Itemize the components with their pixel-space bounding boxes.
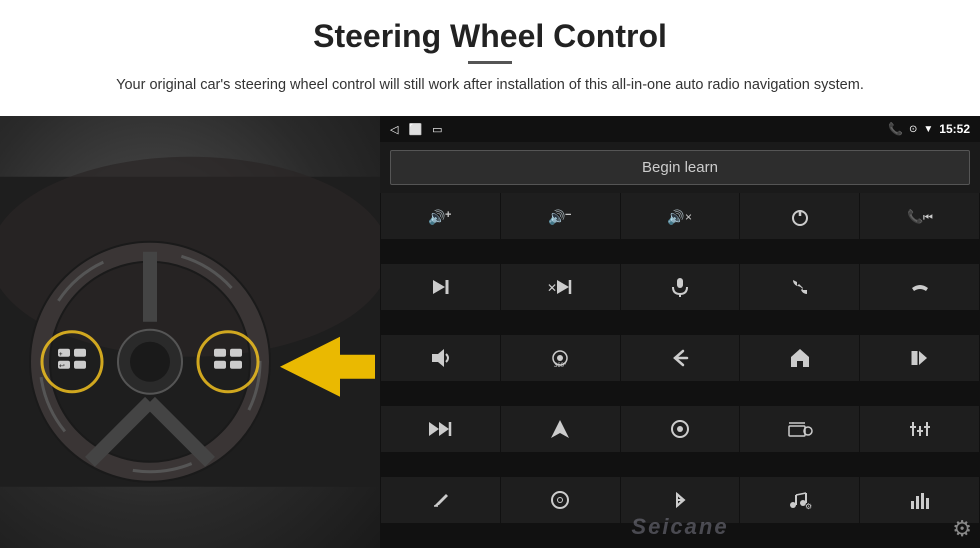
bluetooth-button[interactable] <box>621 477 740 523</box>
record-button[interactable] <box>381 477 500 523</box>
music-button[interactable]: ⚙ <box>740 477 859 523</box>
location-icon: ⊙ <box>909 124 917 135</box>
wifi-icon: ▼ <box>923 124 933 135</box>
svg-text:−: − <box>565 209 571 221</box>
skip-next-button[interactable]: ✕ <box>501 264 620 310</box>
source-button[interactable] <box>621 406 740 452</box>
controls-grid: 🔊+ 🔊− 🔊 × <box>380 193 980 548</box>
phone-status-icon: 📞 <box>888 122 903 136</box>
status-bar-right: 📞 ⊙ ▼ 15:52 <box>888 122 970 136</box>
home-button[interactable] <box>740 335 859 381</box>
svg-text:360°: 360° <box>554 363 567 369</box>
call-button[interactable] <box>740 264 859 310</box>
svg-text:✕: ✕ <box>547 281 557 295</box>
settings-button[interactable] <box>501 477 620 523</box>
begin-learn-button[interactable]: Begin learn <box>390 150 970 185</box>
page-title: Steering Wheel Control <box>40 18 940 55</box>
mute-button[interactable]: 🔊 × <box>621 193 740 239</box>
call-prev-button[interactable]: 📞 ⏮ <box>860 193 979 239</box>
next-track-button[interactable] <box>381 264 500 310</box>
title-divider <box>468 61 512 64</box>
nav-button[interactable] <box>501 406 620 452</box>
content-row: + ↩ ◁ ⬜ ▭ <box>0 116 980 548</box>
svg-text:⚙: ⚙ <box>805 502 812 511</box>
android-panel: ◁ ⬜ ▭ 📞 ⊙ ▼ 15:52 Begin learn � <box>380 116 980 548</box>
back-button[interactable] <box>621 335 740 381</box>
svg-text:⏮: ⏮ <box>923 212 933 224</box>
recents-icon: ▭ <box>432 123 442 136</box>
power-button[interactable] <box>740 193 859 239</box>
begin-learn-row: Begin learn <box>380 142 980 193</box>
svg-text:🔊: 🔊 <box>548 208 565 226</box>
svg-text:×: × <box>685 210 692 224</box>
hang-up-button[interactable] <box>860 264 979 310</box>
cam360-button[interactable]: 360° <box>501 335 620 381</box>
radio-button[interactable] <box>740 406 859 452</box>
vol-up-button[interactable]: 🔊+ <box>381 193 500 239</box>
page-wrapper: Steering Wheel Control Your original car… <box>0 0 980 548</box>
header-section: Steering Wheel Control Your original car… <box>0 0 980 106</box>
status-bar: ◁ ⬜ ▭ 📞 ⊙ ▼ 15:52 <box>380 116 980 142</box>
svg-text:🔊: 🔊 <box>667 208 684 226</box>
fast-forward-button[interactable] <box>381 406 500 452</box>
status-bar-left: ◁ ⬜ ▭ <box>390 123 443 136</box>
steering-wheel-svg: + ↩ <box>0 116 380 548</box>
svg-text:↩: ↩ <box>59 363 65 370</box>
speaker-button[interactable] <box>381 335 500 381</box>
svg-text:+: + <box>445 209 451 221</box>
clock: 15:52 <box>939 122 970 136</box>
gear-icon[interactable]: ⚙ <box>952 516 972 542</box>
back-icon: ◁ <box>390 123 398 136</box>
subtitle-text: Your original car's steering wheel contr… <box>90 74 890 96</box>
mic-button[interactable] <box>621 264 740 310</box>
svg-text:🔊: 🔊 <box>428 208 445 226</box>
vol-down-button[interactable]: 🔊− <box>501 193 620 239</box>
prev-track-button[interactable] <box>860 335 979 381</box>
svg-text:📞: 📞 <box>907 208 924 224</box>
svg-text:+: + <box>59 352 63 358</box>
steering-image-panel: + ↩ <box>0 116 380 548</box>
home-circle-icon: ⬜ <box>408 123 422 136</box>
eq-button[interactable] <box>860 406 979 452</box>
